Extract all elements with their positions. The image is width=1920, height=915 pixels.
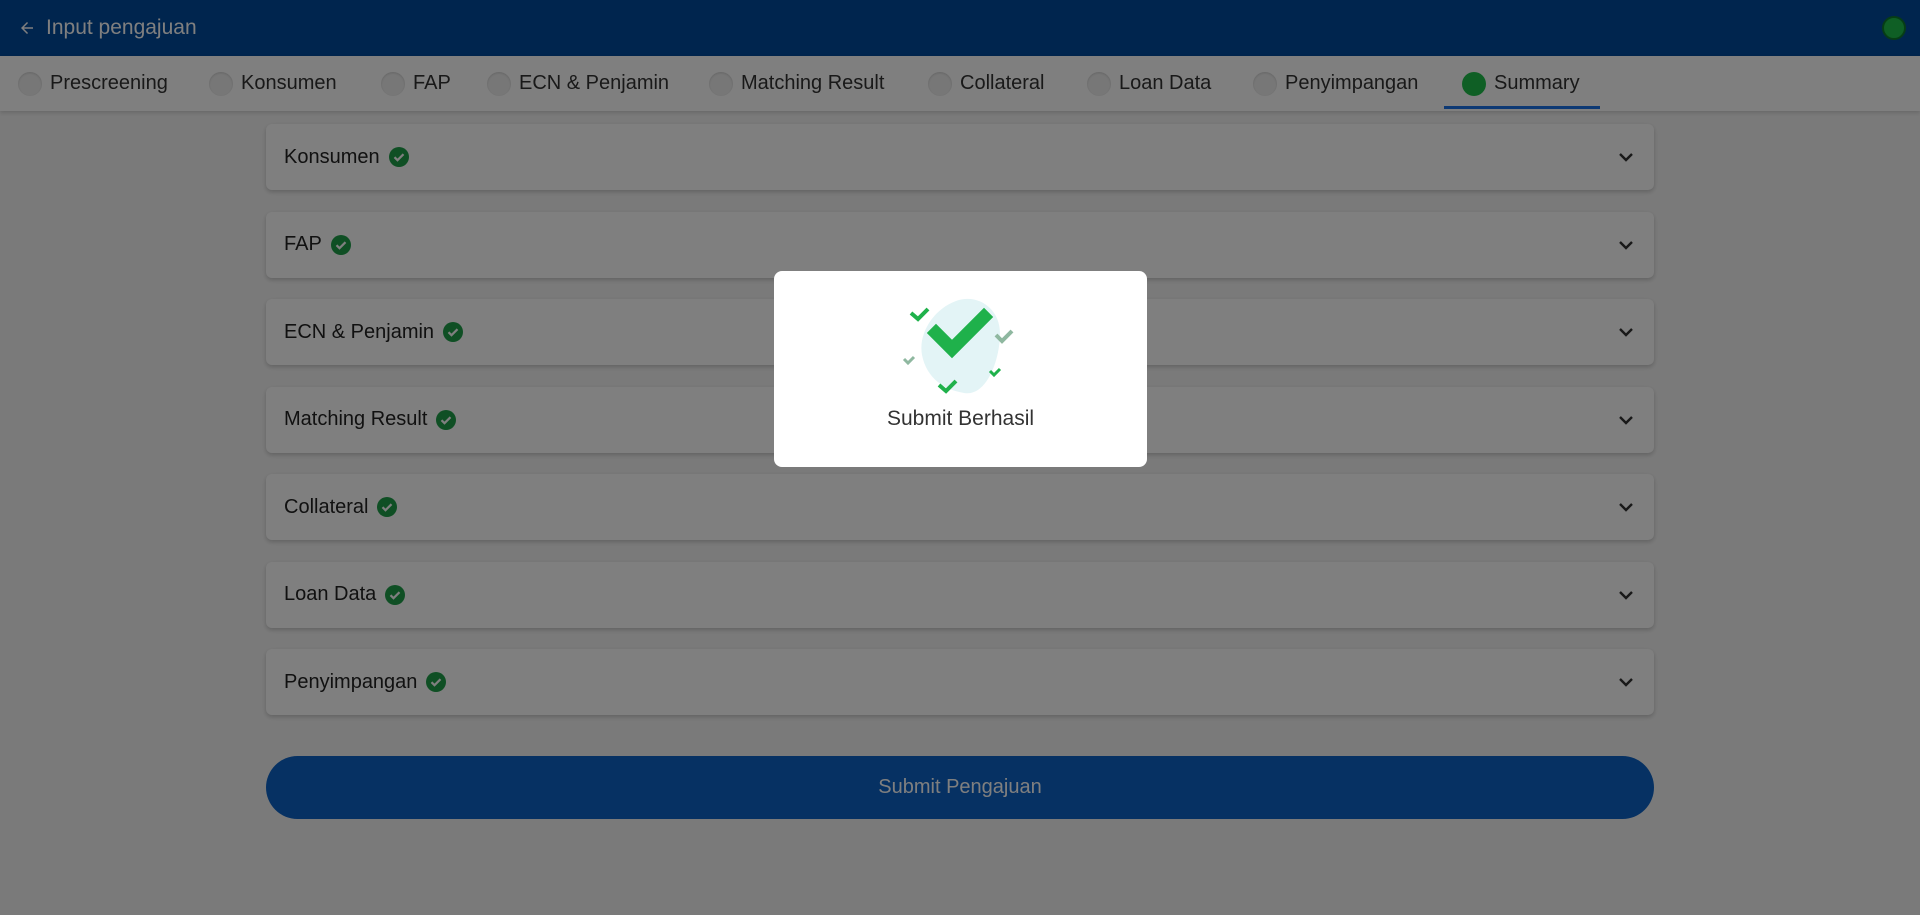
modal-message: Submit Berhasil bbox=[886, 407, 1035, 430]
success-checks-icon bbox=[902, 298, 1013, 394]
success-modal: Submit Berhasil bbox=[774, 271, 1147, 467]
